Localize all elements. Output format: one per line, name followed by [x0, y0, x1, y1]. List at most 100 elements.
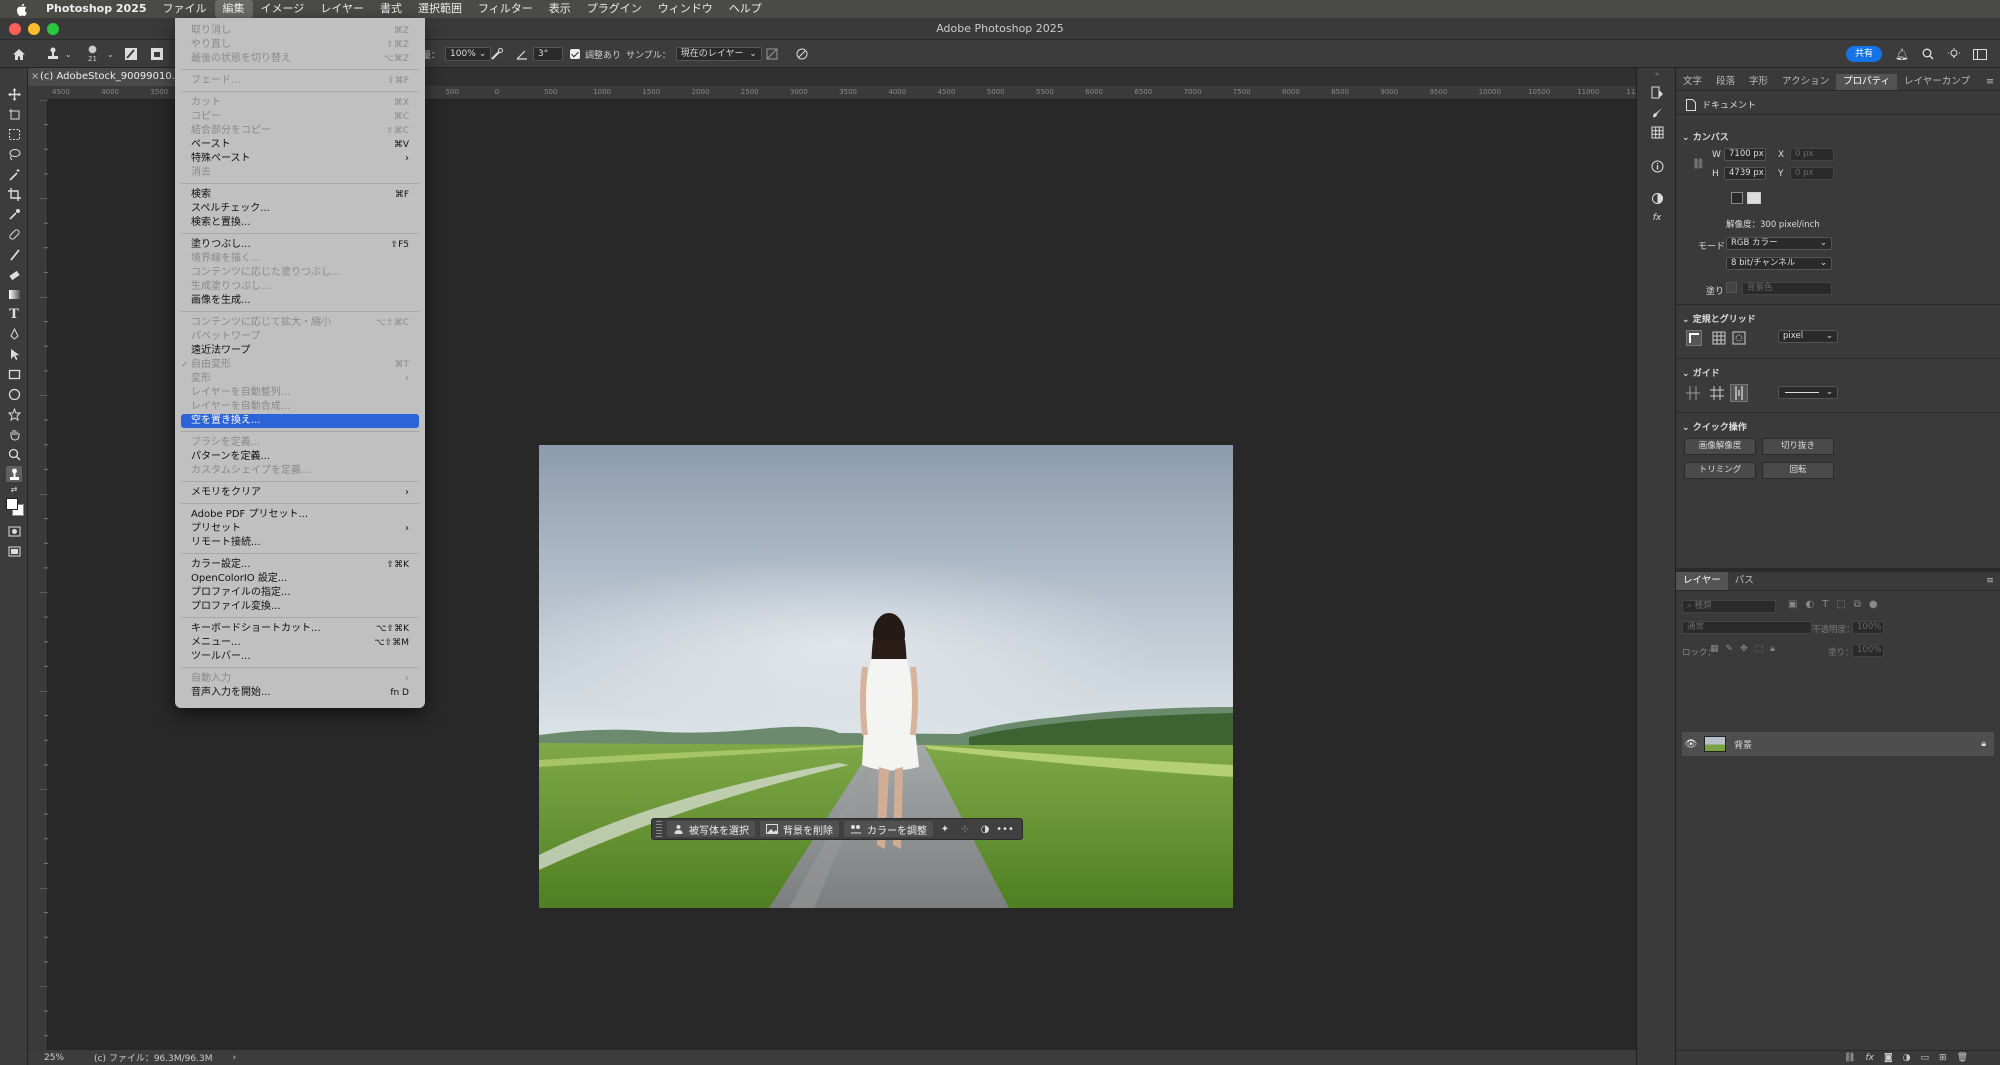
filter-shape-icon[interactable]: ⬚ — [1836, 599, 1845, 610]
quick-actions-section-header[interactable]: ⌄ クイック操作 — [1682, 420, 1747, 433]
zoom-tool-icon[interactable] — [6, 446, 22, 462]
menu-filter[interactable]: フィルター — [470, 0, 541, 18]
history-icon[interactable] — [1649, 84, 1665, 100]
workspace-icon[interactable] — [1973, 47, 1987, 61]
adjust-color-button[interactable]: カラーを調整 — [844, 821, 933, 837]
edit-menu-item[interactable]: Adobe PDF プリセット... — [181, 508, 419, 522]
canvas-section-header[interactable]: ⌄ カンバス — [1682, 130, 1729, 143]
layer-row-background[interactable]: 👁︎ 背景 🔒︎ — [1682, 732, 1994, 756]
custom-shape-tool-icon[interactable] — [6, 406, 22, 422]
color-mode-dropdown[interactable]: RGB カラー ⌄ — [1726, 237, 1832, 250]
edit-menu-item[interactable]: メニュー... ⌥⇧⌘M — [181, 636, 419, 650]
ruler-unit-dropdown[interactable]: pixel ⌄ — [1778, 330, 1838, 343]
bell-icon[interactable]: 🔔︎ — [1895, 47, 1909, 61]
filter-pixel-icon[interactable]: ▣ — [1788, 599, 1797, 610]
select-subject-button[interactable]: 被写体を選択 — [667, 821, 755, 837]
share-button[interactable]: 共有 — [1846, 46, 1882, 62]
color-swatches[interactable] — [5, 496, 25, 518]
brush-tool-icon[interactable] — [6, 246, 22, 262]
ruler-toggle-icon[interactable] — [1686, 330, 1702, 346]
menu-file[interactable]: ファイル — [155, 0, 215, 18]
filter-toggle-icon[interactable]: ● — [1869, 599, 1878, 610]
chevron-right-icon[interactable]: › — [212, 1053, 236, 1063]
home-button[interactable] — [12, 45, 26, 63]
image-size-button[interactable]: 画像解像度 — [1684, 438, 1756, 455]
tab-glyphs[interactable]: 字形 — [1742, 74, 1775, 90]
edit-menu-item[interactable]: プリセット › — [181, 522, 419, 536]
new-layer-icon[interactable]: ⊞ — [1939, 1053, 1947, 1063]
vertical-ruler[interactable] — [28, 100, 48, 1050]
canvas-width-field[interactable]: 7100 px — [1724, 148, 1766, 161]
edit-menu-item[interactable]: メモリをクリア › — [181, 486, 419, 500]
tab-layer-comps[interactable]: レイヤーカンプ — [1897, 74, 1977, 90]
pen-tool-icon[interactable] — [6, 326, 22, 342]
menu-layer[interactable]: レイヤー — [312, 0, 372, 18]
pixel-grid-icon[interactable] — [1732, 331, 1746, 348]
path-selection-tool-icon[interactable] — [6, 346, 22, 362]
guides-section-header[interactable]: ⌄ ガイド — [1682, 366, 1720, 379]
filter-adjustment-icon[interactable]: ◐ — [1805, 599, 1814, 610]
menu-app-name[interactable]: Photoshop 2025 — [38, 0, 155, 18]
fill-dropdown[interactable]: 背景色 — [1742, 282, 1832, 295]
edit-menu-item[interactable]: 空を置き換え... — [181, 414, 419, 428]
opacity-field[interactable]: 100% — [1852, 621, 1884, 634]
healing-brush-tool-icon[interactable] — [6, 226, 22, 242]
canvas-height-field[interactable]: 4739 px — [1724, 167, 1766, 180]
lock-transparent-icon[interactable]: ▦ — [1710, 644, 1719, 654]
magic-wand-tool-icon[interactable] — [6, 166, 22, 182]
more-options-icon[interactable]: ••• — [996, 821, 1014, 837]
canvas-y-field[interactable]: 0 px — [1790, 167, 1834, 180]
hand-tool-icon[interactable] — [6, 426, 22, 442]
discover-lightbulb-icon[interactable] — [1947, 47, 1961, 61]
crop-button[interactable]: 切り抜き — [1762, 438, 1834, 455]
crop-tool-icon[interactable] — [6, 186, 22, 202]
layer-name[interactable]: 背景 — [1734, 738, 1752, 751]
brush-settings-button[interactable] — [124, 45, 138, 63]
edit-menu-item[interactable]: 検索 ⌘F — [181, 188, 419, 202]
panel-menu-icon[interactable]: ≡ — [1979, 74, 2000, 90]
marquee-tool-icon[interactable] — [6, 126, 22, 142]
landscape-orientation-button[interactable] — [1747, 192, 1761, 204]
canvas-x-field[interactable]: 0 px — [1790, 148, 1834, 161]
new-adjustment-icon[interactable]: ◑ — [1903, 1053, 1911, 1063]
filter-smart-object-icon[interactable]: ⧉ — [1854, 599, 1861, 610]
portrait-orientation-button[interactable] — [1731, 192, 1743, 204]
clone-source-button[interactable] — [150, 45, 164, 63]
rectangle-tool-icon[interactable] — [6, 366, 22, 382]
edit-menu-item[interactable]: ペースト ⌘V — [181, 138, 419, 152]
tab-properties[interactable]: プロパティ — [1836, 74, 1898, 90]
swatches-grid-icon[interactable] — [1649, 124, 1665, 140]
menu-select[interactable]: 選択範囲 — [410, 0, 470, 18]
generate-icon[interactable]: ✦ — [937, 821, 953, 837]
lasso-tool-icon[interactable] — [6, 146, 22, 162]
aligned-checkbox[interactable] — [570, 49, 580, 59]
styles-fx-icon[interactable]: fx — [1649, 210, 1665, 226]
type-tool-icon[interactable]: T — [6, 306, 22, 322]
clone-stamp-tool-icon[interactable] — [6, 466, 22, 482]
eraser-tool-icon[interactable] — [6, 266, 22, 282]
edit-menu-item[interactable]: プロファイルの指定... — [181, 586, 419, 600]
brush-size-picker[interactable]: ● 21 — [88, 45, 97, 64]
edit-menu-item[interactable]: 塗りつぶし... ⇧F5 — [181, 238, 419, 252]
tab-paths[interactable]: パス — [1728, 572, 1761, 590]
tab-character[interactable]: 文字 — [1676, 74, 1709, 90]
flow-dropdown[interactable]: 100% ⌄ — [445, 47, 492, 61]
trash-icon[interactable]: 🗑︎ — [1957, 1053, 1968, 1063]
edit-menu-item[interactable]: 検索と置換... — [181, 216, 419, 230]
rotate-button[interactable]: 回転 — [1762, 462, 1834, 479]
smart-guides-icon[interactable] — [1730, 384, 1748, 402]
lock-image-icon[interactable]: ✎ — [1726, 644, 1734, 654]
adjustment-circle-icon[interactable]: ◑ — [977, 821, 993, 837]
edit-menu-item[interactable]: パターンを定義... — [181, 450, 419, 464]
edit-menu-item[interactable]: 画像を生成... — [181, 294, 419, 308]
remove-background-button[interactable]: 背景を削除 — [760, 821, 839, 837]
menu-type[interactable]: 書式 — [372, 0, 410, 18]
add-mask-icon[interactable]: ◙ — [1884, 1053, 1893, 1063]
edit-menu-item[interactable]: 遠近法ワープ — [181, 344, 419, 358]
bit-depth-dropdown[interactable]: 8 bit/チャンネル ⌄ — [1726, 257, 1832, 270]
lock-position-icon[interactable]: ✥ — [1740, 644, 1748, 654]
document-tab[interactable]: × (c) AdobeStock_90099010.jpeg — [28, 68, 178, 86]
brush-preset-icon[interactable] — [1649, 104, 1665, 120]
close-tab-icon[interactable]: × — [31, 68, 39, 86]
apple-icon[interactable] — [14, 2, 28, 16]
